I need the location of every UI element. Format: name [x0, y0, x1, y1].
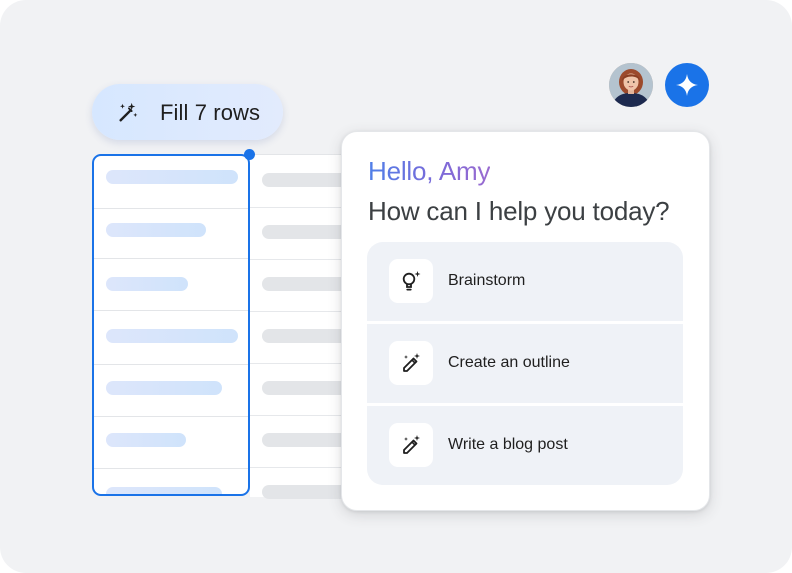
table-cell[interactable]: [94, 156, 248, 209]
assistant-panel: Hello, Amy How can I help you today? Bra…: [341, 131, 710, 511]
table-cell[interactable]: [94, 468, 248, 494]
suggestion-label: Create an outline: [448, 354, 570, 371]
prompt-question: How can I help you today?: [368, 196, 670, 226]
lightbulb-sparkle-icon: [389, 259, 433, 303]
suggestion-label: Brainstorm: [448, 272, 526, 289]
suggestion-label: Write a blog post: [448, 436, 568, 453]
selection-handle[interactable]: [244, 149, 255, 160]
fill-rows-button[interactable]: Fill 7 rows: [92, 84, 283, 140]
spreadsheet-selected-column[interactable]: [92, 154, 250, 496]
sparkle-icon: [676, 74, 698, 96]
magic-wand-icon: [119, 102, 138, 122]
user-avatar[interactable]: [609, 63, 653, 107]
table-cell[interactable]: [94, 416, 248, 469]
table-cell[interactable]: [94, 364, 248, 417]
assistant-button[interactable]: [665, 63, 709, 107]
table-cell[interactable]: [94, 206, 248, 259]
illustration-frame: Fill 7 rows Hello, Amy How can I help yo…: [0, 0, 792, 573]
suggestion-list: Brainstorm Create an outline Write a blo…: [367, 242, 683, 485]
suggestion-write-blog-post[interactable]: Write a blog post: [367, 406, 683, 485]
magic-pen-icon: [389, 341, 433, 385]
table-cell[interactable]: [94, 258, 248, 311]
suggestion-create-outline[interactable]: Create an outline: [367, 324, 683, 403]
greeting-text: Hello, Amy: [368, 156, 491, 186]
user-portrait-icon: [609, 63, 653, 107]
table-cell[interactable]: [94, 312, 248, 365]
magic-pen-icon: [389, 423, 433, 467]
suggestion-brainstorm[interactable]: Brainstorm: [367, 242, 683, 321]
fill-rows-label: Fill 7 rows: [160, 100, 261, 125]
